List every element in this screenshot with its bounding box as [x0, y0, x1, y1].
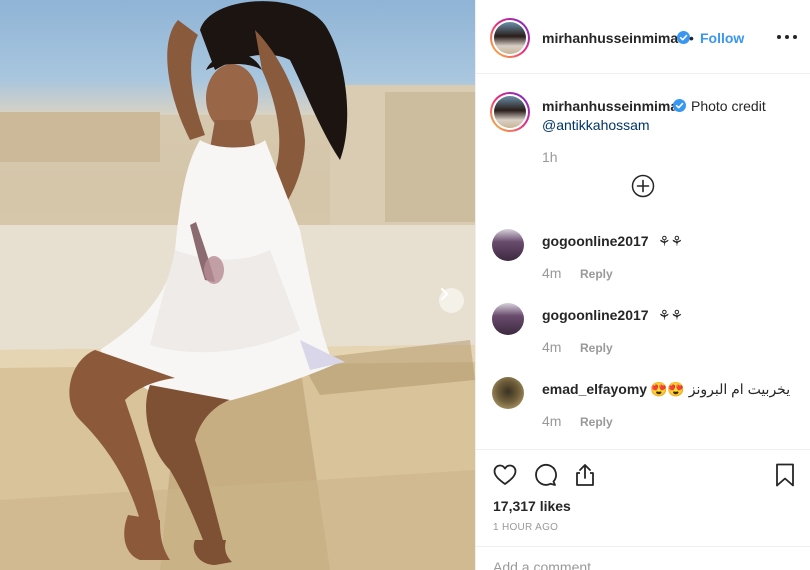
reply-button[interactable]: Reply	[580, 267, 613, 281]
avatar-image	[494, 22, 526, 54]
post-header: mirhanhusseinmima • Follow	[476, 0, 810, 74]
header-separator: •	[689, 30, 694, 46]
avatar-image	[494, 96, 526, 128]
comment-username[interactable]: gogoonline2017	[542, 307, 649, 323]
comment-text: يخربيت ام البرونز 😍😍	[650, 381, 791, 397]
verified-badge-icon	[673, 99, 686, 112]
load-more-comments-icon[interactable]	[631, 174, 655, 198]
comment-timestamp[interactable]: 4m	[542, 339, 561, 355]
comment-timestamp[interactable]: 4m	[542, 265, 561, 281]
follow-button[interactable]: Follow	[700, 30, 744, 46]
like-heart-icon[interactable]	[492, 462, 518, 488]
comment-bubble-icon[interactable]	[532, 462, 558, 488]
chevron-right-icon	[441, 288, 448, 300]
reply-button[interactable]: Reply	[580, 341, 613, 355]
author-avatar[interactable]	[490, 18, 530, 58]
comment-text: ⚘⚘	[658, 233, 684, 249]
next-photo-button[interactable]	[439, 288, 464, 313]
likes-count[interactable]: 17,317 likes	[493, 498, 571, 514]
commenter-avatar[interactable]	[492, 229, 524, 261]
caption-mention-link[interactable]: @antikkahossam	[542, 117, 650, 133]
save-bookmark-icon[interactable]	[772, 462, 798, 488]
caption-username[interactable]: mirhanhusseinmima	[542, 98, 678, 114]
add-comment-input[interactable]: Add a comment…	[476, 546, 810, 570]
share-icon[interactable]	[572, 462, 598, 488]
post-photo[interactable]	[0, 0, 475, 570]
author-username[interactable]: mirhanhusseinmima	[542, 30, 678, 46]
caption-timestamp[interactable]: 1h	[542, 149, 558, 165]
comment-timestamp[interactable]: 4m	[542, 413, 561, 429]
comment-username[interactable]: gogoonline2017	[542, 233, 649, 249]
caption-text: Photo credit	[691, 98, 766, 114]
post-side-panel: mirhanhusseinmima • Follow mirhanhussein…	[475, 0, 810, 570]
comment-item: gogoonline2017 ⚘⚘ 4m Reply	[476, 303, 810, 377]
comment-item: gogoonline2017 ⚘⚘ 4m Reply	[476, 229, 810, 303]
post-actions: 17,317 likes 1 HOUR AGO Add a comment…	[476, 449, 810, 570]
reply-button[interactable]: Reply	[580, 415, 613, 429]
post-photo-illustration	[0, 1, 475, 570]
comment-username[interactable]: emad_elfayomy	[542, 381, 647, 397]
commenter-avatar[interactable]	[492, 303, 524, 335]
more-options-icon[interactable]	[776, 27, 798, 45]
caption-author-avatar[interactable]	[490, 92, 530, 132]
posted-time[interactable]: 1 HOUR AGO	[493, 522, 558, 533]
comment-text: ⚘⚘	[658, 307, 684, 323]
comment-item: emad_elfayomy يخربيت ام البرونز 😍😍 4m Re…	[476, 377, 810, 451]
commenter-avatar[interactable]	[492, 377, 524, 409]
